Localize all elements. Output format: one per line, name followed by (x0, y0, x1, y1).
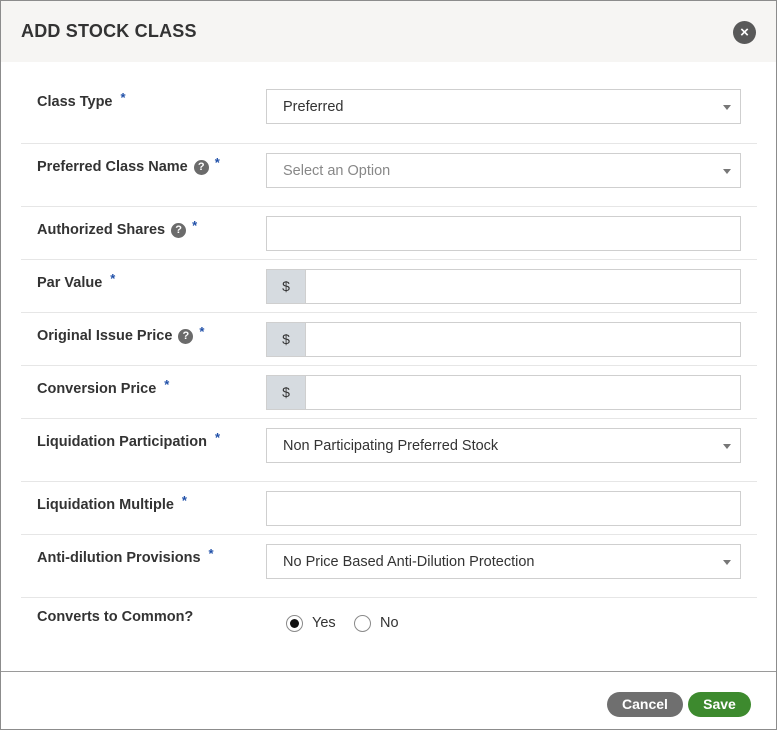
original-issue-price-label: Original Issue Price (37, 328, 173, 344)
required-marker: * (199, 324, 205, 339)
chevron-down-icon (723, 444, 731, 449)
dialog-header: ADD STOCK CLASS × (1, 1, 776, 62)
authorized-shares-label: Authorized Shares (37, 222, 166, 238)
help-icon[interactable]: ? (171, 223, 187, 238)
currency-prefix: $ (267, 376, 306, 409)
field-row-converts-to-common: Converts to Common? Yes No (21, 598, 757, 658)
anti-dilution-label: Anti-dilution Provisions (37, 550, 201, 566)
cancel-button[interactable]: Cancel (607, 692, 683, 717)
class-type-value: Preferred (283, 99, 344, 115)
liquidation-multiple-field[interactable] (266, 491, 741, 526)
add-stock-class-dialog: ADD STOCK CLASS × Class Type * Preferred … (0, 0, 777, 730)
converts-to-common-label: Converts to Common? (37, 609, 194, 625)
radio-yes-label: Yes (312, 615, 336, 631)
preferred-class-name-placeholder: Select an Option (283, 163, 391, 179)
chevron-down-icon (723, 169, 731, 174)
close-icon[interactable]: × (733, 21, 756, 44)
par-value-label: Par Value (37, 275, 103, 291)
liquidation-multiple-label: Liquidation Multiple (37, 497, 174, 513)
required-marker: * (164, 377, 170, 392)
liquidation-participation-value: Non Participating Preferred Stock (283, 438, 499, 454)
liquidation-participation-select[interactable]: Non Participating Preferred Stock (266, 428, 741, 463)
radio-no-label: No (380, 615, 399, 631)
conversion-price-label: Conversion Price (37, 381, 157, 397)
required-marker: * (208, 546, 214, 561)
authorized-shares-input[interactable] (267, 217, 740, 250)
radio-yes[interactable] (286, 615, 303, 632)
radio-option-yes[interactable]: Yes (286, 615, 346, 633)
currency-prefix: $ (267, 323, 306, 356)
field-row-par-value: Par Value * $ (21, 260, 757, 313)
save-button[interactable]: Save (688, 692, 751, 717)
anti-dilution-select[interactable]: No Price Based Anti-Dilution Protection (266, 544, 741, 579)
field-row-class-type: Class Type * Preferred (21, 79, 757, 144)
dialog-title: ADD STOCK CLASS (21, 21, 197, 41)
field-row-preferred-class-name: Preferred Class Name? * Select an Option (21, 144, 757, 207)
field-row-original-issue-price: Original Issue Price? * $ (21, 313, 757, 366)
anti-dilution-value: No Price Based Anti-Dilution Protection (283, 554, 535, 570)
chevron-down-icon (723, 560, 731, 565)
help-icon[interactable]: ? (193, 160, 209, 175)
required-marker: * (192, 218, 198, 233)
class-type-label: Class Type (37, 94, 113, 110)
field-row-conversion-price: Conversion Price * $ (21, 366, 757, 419)
preferred-class-name-label: Preferred Class Name (37, 159, 188, 175)
radio-no[interactable] (354, 615, 371, 632)
liquidation-participation-label: Liquidation Participation (37, 434, 207, 450)
help-icon[interactable]: ? (178, 329, 194, 344)
required-marker: * (110, 271, 116, 286)
conversion-price-field[interactable]: $ (266, 375, 741, 410)
original-issue-price-field[interactable]: $ (266, 322, 741, 357)
field-row-liquidation-multiple: Liquidation Multiple * (21, 482, 757, 535)
par-value-input[interactable] (307, 270, 740, 303)
class-type-select[interactable]: Preferred (266, 89, 741, 124)
conversion-price-input[interactable] (307, 376, 740, 409)
required-marker: * (214, 155, 220, 170)
required-marker: * (120, 90, 126, 105)
field-row-anti-dilution: Anti-dilution Provisions * No Price Based… (21, 535, 757, 598)
footer-divider (1, 671, 776, 672)
par-value-field[interactable]: $ (266, 269, 741, 304)
field-row-liquidation-participation: Liquidation Participation * Non Participa… (21, 419, 757, 482)
required-marker: * (181, 493, 187, 508)
chevron-down-icon (723, 105, 731, 110)
original-issue-price-input[interactable] (307, 323, 740, 356)
preferred-class-name-select[interactable]: Select an Option (266, 153, 741, 188)
currency-prefix: $ (267, 270, 306, 303)
required-marker: * (214, 430, 221, 445)
radio-option-no[interactable]: No (354, 615, 404, 633)
field-row-authorized-shares: Authorized Shares? * (21, 207, 757, 260)
authorized-shares-field[interactable] (266, 216, 741, 251)
liquidation-multiple-input[interactable] (267, 492, 740, 525)
